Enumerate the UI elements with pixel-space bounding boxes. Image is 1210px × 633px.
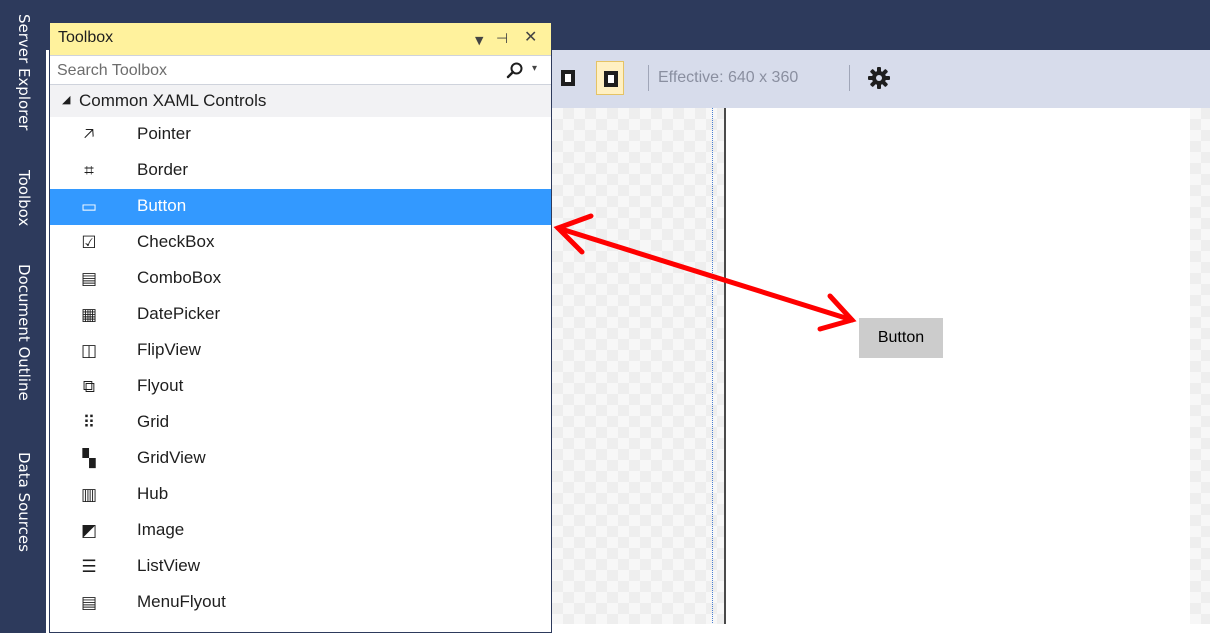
design-surface-button[interactable]: Button (859, 318, 943, 358)
toolbox-item-image[interactable]: ◩ Image (50, 513, 551, 549)
toolbox-item-label: FlipView (137, 340, 201, 359)
toolbox-item-checkbox[interactable]: ☑ CheckBox (50, 225, 551, 261)
toolbox-item-label: ComboBox (137, 268, 222, 287)
toolbox-header: Toolbox ▼ ⊣ ✕ (50, 23, 551, 55)
button-icon: ▭ (80, 197, 98, 217)
toolbox-item-label: Pointer (137, 124, 191, 143)
toolbox-item-gridview[interactable]: ▚ GridView (50, 441, 551, 477)
toolbox-item-combobox[interactable]: ▤ ComboBox (50, 261, 551, 297)
tab-document-outline[interactable]: Document Outline (13, 264, 35, 401)
dropdown-arrow-icon[interactable]: ▼ (475, 32, 483, 50)
checkbox-icon: ☑ (81, 233, 97, 253)
toolbox-title: Toolbox (58, 29, 114, 46)
grid-icon: ⠿ (82, 413, 96, 433)
search-icon[interactable] (505, 61, 525, 81)
menuflyout-icon: ▤ (80, 593, 98, 613)
toolbox-item-label: Hub (137, 484, 169, 503)
toolbox-item-pointer[interactable]: 🡥 Pointer (50, 117, 551, 153)
flipview-icon: ◫ (80, 341, 98, 361)
toolbox-item-menuflyout[interactable]: ▤ MenuFlyout (50, 585, 551, 621)
margin-guide (712, 108, 713, 623)
toolbox-item-listview[interactable]: ☰ ListView (50, 549, 551, 585)
toolbox-item-button[interactable]: ▭ Button (50, 189, 551, 225)
toolbox-item-label: Image (137, 520, 185, 539)
pin-icon[interactable]: ⊣ (496, 30, 508, 48)
side-tab-strip: Server Explorer Toolbox Document Outline… (0, 0, 46, 633)
listview-icon: ☰ (81, 557, 97, 577)
gridview-icon: ▚ (82, 449, 96, 469)
category-label: Common XAML Controls (79, 91, 267, 110)
hub-icon: ▥ (80, 485, 98, 505)
toolbar-separator (648, 65, 649, 91)
toolbox-item-flipview[interactable]: ◫ FlipView (50, 333, 551, 369)
tab-data-sources[interactable]: Data Sources (13, 452, 35, 552)
portrait-view-button[interactable] (596, 61, 624, 95)
toolbox-item-hub[interactable]: ▥ Hub (50, 477, 551, 513)
toolbox-item-border[interactable]: ⌗ Border (50, 153, 551, 189)
tab-toolbox[interactable]: Toolbox (13, 170, 35, 226)
effective-size-label: Effective: 640 x 360 (658, 69, 799, 86)
datepicker-icon: ▦ (80, 305, 98, 325)
toolbox-item-label: Button (137, 196, 187, 215)
category-common-xaml-controls[interactable]: ◢ Common XAML Controls (50, 85, 551, 117)
toolbox-item-label: Flyout (137, 376, 184, 395)
border-icon: ⌗ (84, 161, 94, 181)
expand-triangle-icon: ◢ (62, 93, 71, 106)
canvas-bottom-edge (552, 624, 1210, 633)
toolbox-item-label: DatePicker (137, 304, 221, 323)
toolbox-item-label: Grid (137, 412, 170, 431)
designer-toolbar: Effective: 640 x 360 (552, 50, 1210, 108)
combobox-icon: ▤ (80, 269, 98, 289)
artboard (724, 108, 1190, 624)
tab-server-explorer[interactable]: Server Explorer (13, 14, 35, 130)
device-icon (561, 70, 575, 86)
device-icon (604, 71, 618, 87)
pointer-icon: 🡥 (83, 123, 95, 144)
toolbox-item-datepicker[interactable]: ▦ DatePicker (50, 297, 551, 333)
toolbox-panel: Toolbox ▼ ⊣ ✕ ▾ ◢ Common XAML Controls 🡥… (49, 22, 552, 633)
toolbox-item-grid[interactable]: ⠿ Grid (50, 405, 551, 441)
flyout-icon: ⧉ (82, 377, 96, 397)
search-input[interactable] (50, 56, 499, 86)
toolbox-search: ▾ (50, 55, 551, 86)
toolbox-item-label: ListView (137, 556, 200, 575)
close-icon[interactable]: ✕ (524, 28, 537, 46)
image-icon: ◩ (80, 521, 98, 541)
toolbox-item-label: Border (137, 160, 189, 179)
toolbox-item-label: MenuFlyout (137, 592, 226, 611)
toolbox-item-label: GridView (137, 448, 206, 467)
gear-icon[interactable] (867, 66, 891, 90)
toolbox-item-label: CheckBox (137, 232, 215, 251)
search-options-chevron-icon[interactable]: ▾ (532, 63, 537, 74)
toolbar-separator (849, 65, 850, 91)
toolbox-item-flyout[interactable]: ⧉ Flyout (50, 369, 551, 405)
landscape-view-button[interactable] (554, 61, 582, 95)
